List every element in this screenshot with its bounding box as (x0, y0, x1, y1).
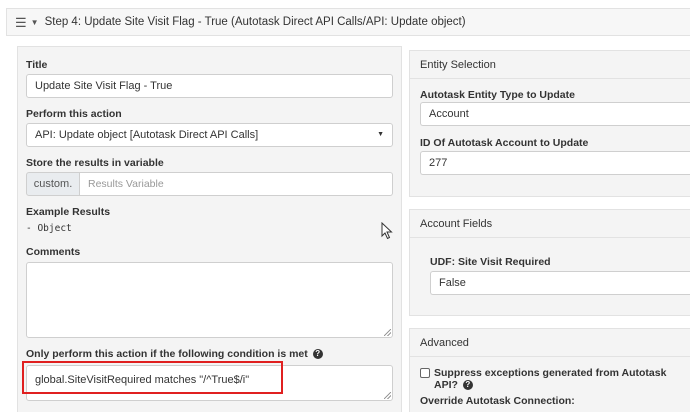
override-connection-label: Override Autotask Connection: (420, 395, 575, 407)
entity-selection-panel: Entity Selection Autotask Entity Type to… (409, 50, 690, 197)
condition-label-text: Only perform this action if the followin… (26, 348, 308, 360)
step-title: Step 4: Update Site Visit Flag - True (A… (44, 16, 466, 28)
caret-down-icon[interactable]: ▼ (31, 18, 39, 27)
advanced-panel: Advanced Suppress exceptions generated f… (409, 328, 690, 412)
variable-prefix: custom. (26, 172, 80, 196)
store-results-group: custom. Results Variable (26, 172, 393, 196)
udf-site-visit-input[interactable]: False (430, 271, 690, 295)
chevron-down-icon: ▼ (377, 131, 384, 138)
resize-handle[interactable] (384, 329, 391, 336)
account-fields-heading: Account Fields (410, 210, 690, 238)
title-label: Title (26, 59, 48, 71)
store-results-label: Store the results in variable (26, 157, 164, 169)
comments-textarea[interactable] (26, 262, 393, 338)
action-select[interactable]: API: Update object [Autotask Direct API … (26, 123, 393, 147)
condition-label: Only perform this action if the followin… (26, 348, 323, 360)
results-variable-input[interactable]: Results Variable (80, 172, 393, 196)
account-id-input[interactable]: 277 (420, 151, 690, 175)
mouse-pointer-icon (381, 222, 393, 240)
account-fields-panel: Account Fields UDF: Site Visit Required … (409, 209, 690, 316)
suppress-exceptions-checkbox[interactable] (420, 368, 430, 378)
account-id-label: ID Of Autotask Account to Update (420, 137, 589, 149)
action-label: Perform this action (26, 108, 122, 120)
title-input[interactable]: Update Site Visit Flag - True (26, 74, 393, 98)
udf-site-visit-label: UDF: Site Visit Required (430, 256, 551, 268)
example-results-label: Example Results (26, 206, 111, 218)
comments-label: Comments (26, 246, 81, 258)
action-select-value: API: Update object [Autotask Direct API … (35, 129, 259, 141)
question-circle-icon[interactable]: ? (312, 349, 323, 360)
entity-selection-heading: Entity Selection (410, 51, 690, 79)
entity-type-label: Autotask Entity Type to Update (420, 89, 575, 101)
action-settings-panel: Title Update Site Visit Flag - True Perf… (17, 46, 402, 412)
step-header[interactable]: ☰ ▼ Step 4: Update Site Visit Flag - Tru… (6, 8, 690, 36)
condition-textarea[interactable]: global.SiteVisitRequired matches "/^True… (26, 365, 393, 401)
example-results-value: - Object (26, 223, 72, 234)
suppress-exceptions-label: Suppress exceptions generated from Autot… (434, 367, 690, 391)
advanced-heading: Advanced (410, 329, 690, 357)
hamburger-icon[interactable]: ☰ (15, 16, 27, 29)
condition-text: global.SiteVisitRequired matches "/^True… (35, 374, 250, 386)
entity-type-input[interactable]: Account (420, 102, 690, 126)
question-circle-icon[interactable]: ? (462, 380, 473, 391)
resize-handle[interactable] (384, 392, 391, 399)
